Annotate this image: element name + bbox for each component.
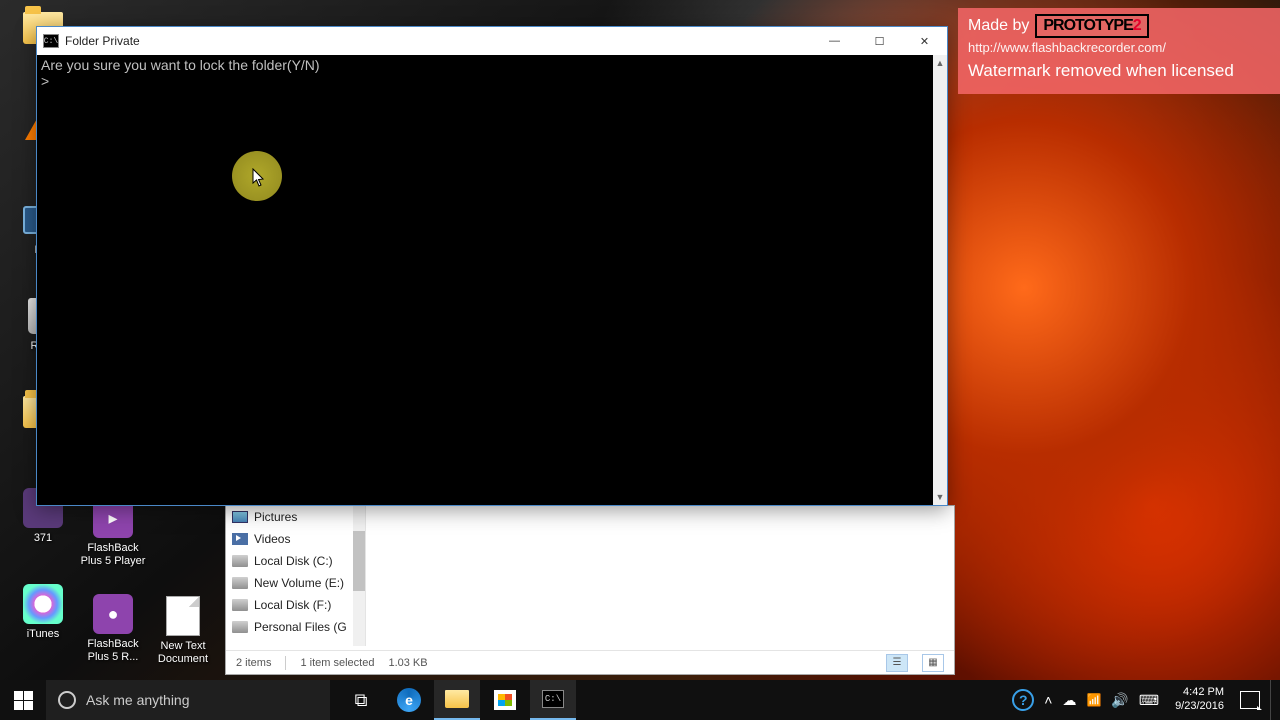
maximize-button[interactable]: ☐	[857, 27, 902, 55]
desktop-icon-itunes[interactable]: iTunes	[8, 584, 78, 662]
cortana-search[interactable]: Ask me anything	[46, 680, 330, 720]
cmd-title-bar[interactable]: C:\ Folder Private — ☐ ✕	[37, 27, 947, 55]
cmd-prompt: >	[41, 73, 929, 89]
windows-logo-icon	[14, 691, 33, 710]
cmd-terminal[interactable]: Are you sure you want to lock the folder…	[37, 55, 933, 505]
tray-chevron-up-icon[interactable]: ˄	[1044, 692, 1052, 708]
tray-volume-icon[interactable]: 🔊	[1111, 692, 1128, 709]
videos-icon	[232, 533, 248, 545]
action-center-icon[interactable]	[1240, 691, 1260, 709]
show-desktop-button[interactable]	[1270, 680, 1276, 720]
clock-date: 9/23/2016	[1175, 700, 1224, 714]
system-tray: ? ˄ ☁ 📶 🔊 ⌨ 4:42 PM 9/23/2016	[1012, 680, 1280, 720]
status-item-count: 2 items	[236, 657, 271, 669]
nav-local-disk-c[interactable]: Local Disk (C:)	[226, 550, 365, 572]
watermark-url: http://www.flashbackrecorder.com/	[968, 40, 1270, 55]
task-view-button[interactable]: ⧉	[338, 680, 384, 720]
status-size: 1.03 KB	[388, 657, 427, 669]
status-selected: 1 item selected	[300, 657, 374, 669]
folder-icon	[445, 690, 469, 708]
nav-new-volume-e[interactable]: New Volume (E:)	[226, 572, 365, 594]
scroll-up-icon[interactable]: ▲	[933, 55, 947, 71]
cortana-icon	[58, 691, 76, 709]
store-icon	[494, 690, 516, 710]
start-button[interactable]	[0, 680, 46, 720]
view-large-icons-button[interactable]: ▦	[922, 654, 944, 672]
command-prompt-window: C:\ Folder Private — ☐ ✕ Are you sure yo…	[36, 26, 948, 506]
disk-icon	[232, 577, 248, 589]
cmd-output-line: Are you sure you want to lock the folder…	[41, 57, 929, 73]
desktop-icon-new-text-document[interactable]: New Text Document	[148, 596, 218, 674]
cmd-taskbar-icon: C:\	[542, 690, 564, 708]
watermark-made-by: Made by	[968, 17, 1029, 35]
taskbar-file-explorer[interactable]	[434, 680, 480, 720]
taskbar-edge[interactable]	[386, 680, 432, 720]
tray-wifi-icon[interactable]: 📶	[1086, 693, 1101, 707]
watermark-message: Watermark removed when licensed	[968, 61, 1270, 81]
help-icon[interactable]: ?	[1012, 689, 1034, 711]
pictures-icon	[232, 511, 248, 523]
cmd-title-text: Folder Private	[65, 34, 140, 48]
nav-pictures[interactable]: Pictures	[226, 506, 365, 528]
view-details-button[interactable]: ☰	[886, 654, 908, 672]
disk-icon	[232, 599, 248, 611]
taskbar-clock[interactable]: 4:42 PM 9/23/2016	[1169, 686, 1230, 714]
flashback-watermark: Made by PROTOTYPE2 http://www.flashbackr…	[958, 8, 1280, 94]
nav-local-disk-f[interactable]: Local Disk (F:)	[226, 594, 365, 616]
search-placeholder: Ask me anything	[86, 692, 190, 708]
explorer-nav-pane: Pictures Videos Local Disk (C:) New Volu…	[226, 506, 366, 646]
desktop-icon-flashback-player[interactable]: ▸FlashBack Plus 5 Player	[78, 498, 148, 576]
explorer-window: Pictures Videos Local Disk (C:) New Volu…	[225, 505, 955, 675]
disk-icon	[232, 555, 248, 567]
nav-personal-files-g[interactable]: Personal Files (G	[226, 616, 365, 638]
taskbar-cmd[interactable]: C:\	[530, 680, 576, 720]
clock-time: 4:42 PM	[1175, 686, 1224, 700]
edge-icon	[397, 688, 421, 712]
cmd-icon: C:\	[43, 34, 59, 48]
desktop-icon-flashback-recorder[interactable]: ●FlashBack Plus 5 R...	[78, 594, 148, 672]
tray-onedrive-icon[interactable]: ☁	[1062, 692, 1076, 709]
minimize-button[interactable]: —	[812, 27, 857, 55]
cursor-highlight	[232, 151, 282, 201]
tray-keyboard-icon[interactable]: ⌨	[1139, 692, 1159, 709]
task-view-icon: ⧉	[355, 690, 368, 711]
watermark-logo: PROTOTYPE2	[1035, 14, 1148, 38]
nav-videos[interactable]: Videos	[226, 528, 365, 550]
nav-scrollbar[interactable]	[353, 506, 365, 646]
cmd-scrollbar[interactable]: ▲ ▼	[933, 55, 947, 505]
scroll-down-icon[interactable]: ▼	[933, 489, 947, 505]
taskbar: Ask me anything ⧉ C:\ ? ˄ ☁ 📶 🔊 ⌨ 4:42 P…	[0, 680, 1280, 720]
taskbar-store[interactable]	[482, 680, 528, 720]
close-button[interactable]: ✕	[902, 27, 947, 55]
explorer-content[interactable]	[366, 506, 954, 646]
cursor-icon	[252, 168, 266, 188]
disk-icon	[232, 621, 248, 633]
explorer-status-bar: 2 items 1 item selected 1.03 KB ☰ ▦	[226, 650, 954, 674]
